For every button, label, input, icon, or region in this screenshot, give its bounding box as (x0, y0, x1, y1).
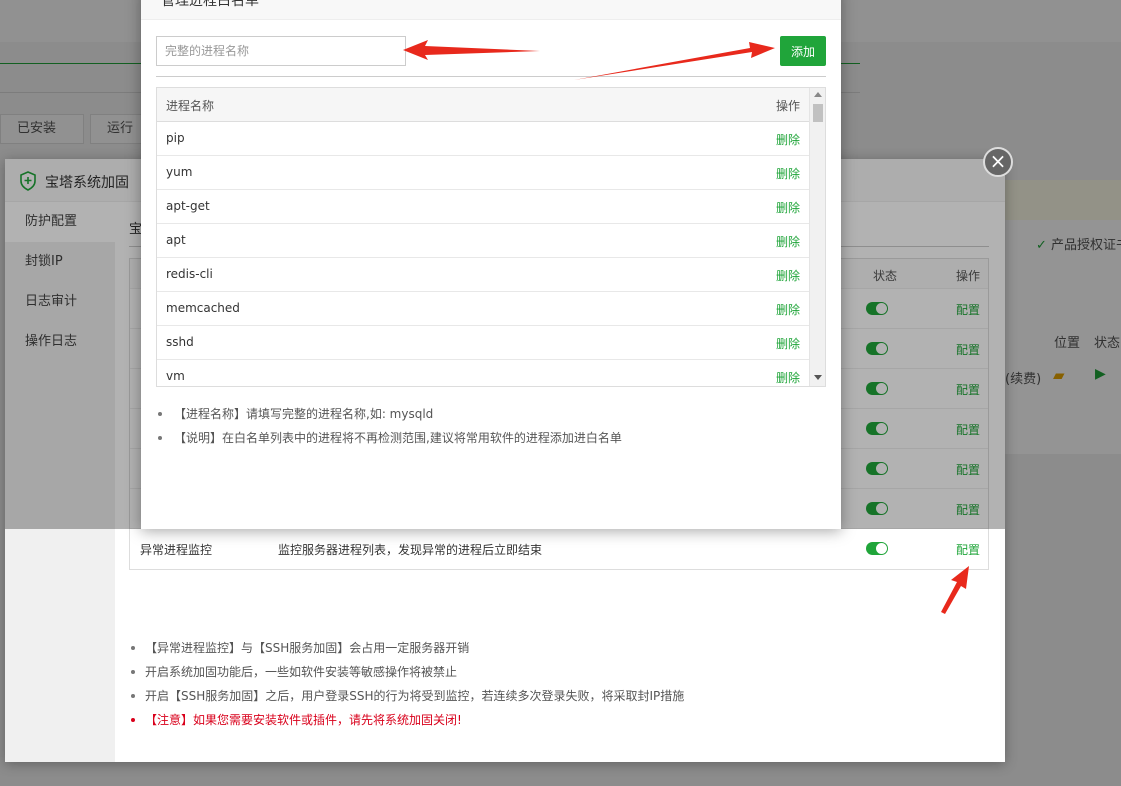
table-row: sshd 删除 (157, 326, 809, 360)
config-button[interactable]: 配置 (956, 341, 980, 358)
delete-button[interactable]: 删除 (776, 165, 800, 182)
status-toggle[interactable] (866, 382, 888, 395)
close-icon: × (989, 149, 1007, 173)
process-name: apt (166, 233, 186, 247)
table-row: redis-cli 删除 (157, 258, 809, 292)
table-header: 进程名称 操作 (157, 88, 809, 122)
delete-button[interactable]: 删除 (776, 131, 800, 148)
shield-icon (20, 171, 36, 191)
sidebar: 防护配置 封锁IP 日志审计 操作日志 (5, 202, 115, 762)
dialog-title: 宝塔系统加固 (45, 175, 129, 191)
close-dialog-button[interactable]: × (983, 147, 1013, 177)
delete-button[interactable]: 删除 (776, 199, 800, 216)
status-toggle[interactable] (866, 302, 888, 315)
delete-button[interactable]: 删除 (776, 369, 800, 386)
note-item: 【异常进程监控】与【SSH服务加固】会占用一定服务器开销 (129, 636, 989, 660)
dialog-title: 管理进程白名单 (161, 0, 259, 9)
note-item: 【进程名称】请填写完整的进程名称,如: mysqld (156, 402, 826, 426)
scroll-down-icon[interactable] (814, 375, 822, 380)
sidebar-item-protection-config[interactable]: 防护配置 (5, 202, 115, 242)
row-description: 监控服务器进程列表，发现异常的进程后立即结束 (278, 543, 543, 557)
delete-button[interactable]: 删除 (776, 233, 800, 250)
table-row: pip 删除 (157, 122, 809, 156)
config-button[interactable]: 配置 (956, 501, 980, 518)
status-toggle[interactable] (866, 502, 888, 515)
process-name: sshd (166, 335, 194, 349)
delete-button[interactable]: 删除 (776, 267, 800, 284)
process-name: pip (166, 131, 185, 145)
dialog-divider (156, 76, 826, 77)
sidebar-item-log-audit[interactable]: 日志审计 (5, 282, 115, 322)
config-button[interactable]: 配置 (956, 301, 980, 318)
process-name: apt-get (166, 199, 210, 213)
table-row-process-monitor: 异常进程监控 监控服务器进程列表，发现异常的进程后立即结束 配置 (130, 529, 988, 569)
process-name-input[interactable] (156, 36, 406, 66)
status-toggle[interactable] (866, 462, 888, 475)
process-name: yum (166, 165, 193, 179)
config-button[interactable]: 配置 (956, 421, 980, 438)
note-item: 开启系统加固功能后，一些如软件安装等敏感操作将被禁止 (129, 660, 989, 684)
table-row: vm 删除 (157, 360, 809, 386)
table-row: apt 删除 (157, 224, 809, 258)
config-button[interactable]: 配置 (956, 461, 980, 478)
note-item: 【说明】在白名单列表中的进程将不再检测范围,建议将常用软件的进程添加进白名单 (156, 426, 826, 450)
dialog-header: 管理进程白名单 (141, 0, 841, 20)
delete-button[interactable]: 删除 (776, 335, 800, 352)
status-toggle[interactable] (866, 542, 888, 555)
table-body: pip 删除 yum 删除 apt-get 删除 apt 删除 redis-cli 删除 … (157, 122, 809, 386)
column-header-status: 状态 (873, 269, 898, 283)
process-whitelist-dialog: 管理进程白名单 添加 进程名称 操作 pip 删除 yum 删除 apt-get 删除… (141, 0, 841, 529)
whitelist-table: 进程名称 操作 pip 删除 yum 删除 apt-get 删除 apt 删除 redi… (156, 87, 826, 387)
config-button-process-monitor[interactable]: 配置 (956, 541, 980, 558)
status-toggle[interactable] (866, 342, 888, 355)
delete-button[interactable]: 删除 (776, 301, 800, 318)
sidebar-item-block-ip[interactable]: 封锁IP (5, 242, 115, 282)
scroll-up-icon[interactable] (814, 92, 822, 97)
row-name: 异常进程监控 (140, 543, 213, 557)
column-header-action: 操作 (956, 269, 981, 283)
add-button[interactable]: 添加 (780, 36, 826, 66)
sidebar-item-operation-log[interactable]: 操作日志 (5, 322, 115, 362)
table-row: apt-get 删除 (157, 190, 809, 224)
process-name: memcached (166, 301, 240, 315)
process-name: redis-cli (166, 267, 213, 281)
process-name: vm (166, 369, 185, 383)
hardening-notes: 【异常进程监控】与【SSH服务加固】会占用一定服务器开销 开启系统加固功能后，一… (129, 636, 989, 732)
whitelist-notes: 【进程名称】请填写完整的进程名称,如: mysqld 【说明】在白名单列表中的进… (156, 402, 826, 450)
table-scrollbar[interactable] (809, 88, 825, 386)
column-header-process-name: 进程名称 (166, 99, 215, 113)
note-item: 开启【SSH服务加固】之后，用户登录SSH的行为将受到监控，若连续多次登录失败，… (129, 684, 989, 708)
column-header-action: 操作 (776, 99, 801, 113)
config-button[interactable]: 配置 (956, 381, 980, 398)
scroll-thumb[interactable] (813, 104, 823, 122)
warning-note: 【注意】如果您需要安装软件或插件，请先将系统加固关闭! (129, 708, 989, 732)
table-row: yum 删除 (157, 156, 809, 190)
table-row: memcached 删除 (157, 292, 809, 326)
status-toggle[interactable] (866, 422, 888, 435)
